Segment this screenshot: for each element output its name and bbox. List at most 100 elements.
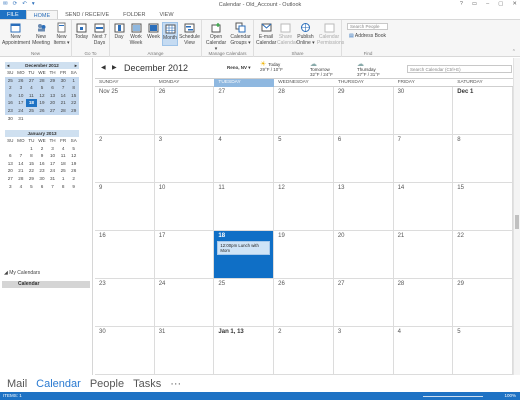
mini-calendar-day[interactable]: 4 bbox=[16, 183, 27, 191]
mini-calendar-day[interactable]: 4 bbox=[26, 84, 37, 92]
mini-calendar-day[interactable]: 26 bbox=[68, 167, 79, 175]
mini-calendar-day[interactable]: 27 bbox=[26, 76, 37, 85]
day-cell[interactable]: 16 bbox=[95, 231, 155, 279]
mini-calendar-day[interactable]: 18 bbox=[26, 99, 37, 107]
mini-calendar-day[interactable]: 22 bbox=[26, 167, 37, 175]
mini-calendar-day[interactable]: 12 bbox=[68, 152, 79, 160]
mini-calendar-day[interactable]: 29 bbox=[47, 76, 58, 85]
mini-calendar-day[interactable]: 27 bbox=[47, 106, 58, 115]
mini-calendar-day[interactable]: 28 bbox=[57, 106, 69, 115]
mini-calendar-day[interactable]: 19 bbox=[36, 99, 48, 107]
day-cell[interactable]: 5 bbox=[453, 327, 513, 375]
mini-calendar-day[interactable]: 29 bbox=[68, 106, 79, 115]
mini-calendar-day[interactable]: 1 bbox=[58, 175, 69, 183]
mini-calendar-day[interactable]: 24 bbox=[15, 106, 27, 115]
mini-calendar-day[interactable]: 3 bbox=[15, 84, 27, 92]
mini-calendar-day[interactable]: 10 bbox=[15, 91, 27, 100]
mini-calendar-day[interactable]: 16 bbox=[37, 160, 48, 168]
day-cell[interactable]: 2 bbox=[274, 327, 334, 375]
mini-calendar-day[interactable]: 13 bbox=[5, 160, 16, 168]
mini-calendar-day[interactable]: 10 bbox=[47, 152, 58, 160]
mini-calendar-day[interactable]: 5 bbox=[26, 183, 37, 191]
prev-month-icon[interactable]: ◂ bbox=[7, 63, 9, 69]
mini-calendar-day[interactable]: 30 bbox=[5, 115, 16, 123]
mini-calendar-day[interactable]: 25 bbox=[5, 76, 16, 85]
search-people-input[interactable]: Search People bbox=[347, 23, 388, 30]
mini-calendar-day[interactable]: 3 bbox=[47, 145, 58, 153]
mini-calendar-day[interactable]: 30 bbox=[57, 76, 69, 85]
day-cell[interactable]: 17 bbox=[154, 231, 215, 279]
mini-calendar-day[interactable]: 7 bbox=[47, 183, 58, 191]
mini-calendar-day[interactable]: 28 bbox=[36, 76, 48, 85]
mini-calendar-day[interactable]: 20 bbox=[5, 167, 16, 175]
close-button[interactable]: ✕ bbox=[512, 1, 517, 7]
calendar-folder-item[interactable]: Calendar bbox=[2, 281, 90, 288]
day-cell[interactable]: 25 bbox=[214, 279, 275, 327]
zoom-slider[interactable] bbox=[423, 395, 483, 397]
day-cell[interactable]: 15 bbox=[453, 183, 513, 231]
day-cell[interactable]: 5 bbox=[274, 135, 334, 183]
next-month-icon[interactable]: ▸ bbox=[75, 63, 77, 69]
work-week-view-button[interactable]: Work Week bbox=[127, 22, 145, 46]
day-cell[interactable]: 11 bbox=[214, 183, 275, 231]
help-button[interactable]: ? bbox=[460, 1, 463, 7]
mini-calendar-day[interactable]: 24 bbox=[47, 167, 58, 175]
day-cell[interactable]: 3 bbox=[154, 135, 215, 183]
mini-calendar-day[interactable]: 14 bbox=[57, 91, 69, 100]
calendar-permissions-button[interactable]: Calendar Permissions bbox=[317, 22, 344, 46]
day-cell[interactable]: 20 bbox=[333, 231, 394, 279]
day-cell[interactable]: 24 bbox=[154, 279, 215, 327]
day-cell[interactable]: 12 bbox=[274, 183, 334, 231]
mini-calendar-day[interactable]: 15 bbox=[68, 91, 79, 100]
day-cell[interactable]: 14 bbox=[393, 183, 454, 231]
mini-calendar-day[interactable]: 8 bbox=[68, 84, 79, 92]
mini-calendar-day[interactable]: 9 bbox=[37, 152, 48, 160]
nav-item-tasks[interactable]: Tasks bbox=[133, 378, 161, 390]
vertical-scrollbar[interactable] bbox=[513, 58, 520, 375]
day-cell[interactable]: Nov 25 bbox=[95, 87, 155, 135]
nav-item-more[interactable]: ··· bbox=[170, 378, 181, 390]
day-cell[interactable]: 26 bbox=[274, 279, 334, 327]
previous-month-icon[interactable]: ◀ bbox=[101, 64, 106, 71]
day-cell[interactable]: 19 bbox=[274, 231, 334, 279]
mini-calendar-day[interactable]: 17 bbox=[15, 99, 27, 107]
day-cell[interactable]: 3 bbox=[333, 327, 394, 375]
mini-calendar-day[interactable]: 6 bbox=[37, 183, 48, 191]
mini-calendar-day[interactable]: 15 bbox=[26, 160, 37, 168]
mini-calendar-day[interactable]: 21 bbox=[16, 167, 27, 175]
mini-calendar-day[interactable]: 1 bbox=[26, 145, 37, 153]
mini-calendar-day[interactable]: 25 bbox=[26, 106, 37, 115]
mini-calendar-day[interactable]: 5 bbox=[36, 84, 48, 92]
nav-item-mail[interactable]: Mail bbox=[7, 378, 27, 390]
mini-calendar-day[interactable]: 30 bbox=[37, 175, 48, 183]
mini-calendar-day[interactable]: 19 bbox=[68, 160, 79, 168]
day-cell[interactable]: 26 bbox=[154, 87, 215, 135]
mini-calendar-day[interactable]: 14 bbox=[16, 160, 27, 168]
week-view-button[interactable]: Week bbox=[146, 22, 161, 40]
mini-calendar-day[interactable]: 31 bbox=[47, 175, 58, 183]
new-items-button[interactable]: New Items ▾ bbox=[52, 22, 71, 46]
day-cell[interactable]: 8 bbox=[453, 135, 513, 183]
day-cell[interactable]: 29 bbox=[333, 87, 394, 135]
mini-calendar-day[interactable]: 8 bbox=[58, 183, 69, 191]
mini-calendar-day[interactable]: 5 bbox=[68, 145, 79, 153]
mini-calendar-day[interactable]: 16 bbox=[5, 99, 16, 107]
schedule-view-button[interactable]: Schedule View bbox=[179, 22, 200, 46]
day-cell[interactable]: 4 bbox=[214, 135, 275, 183]
mini-calendar-day[interactable]: 6 bbox=[47, 84, 58, 92]
mini-calendar-day[interactable]: 25 bbox=[58, 167, 69, 175]
month-view-button[interactable]: Month bbox=[162, 22, 178, 46]
mini-calendar-day[interactable]: 11 bbox=[58, 152, 69, 160]
mini-calendar-day[interactable]: 7 bbox=[57, 84, 69, 92]
day-cell[interactable]: 18 12:00pm Lunch with Mom bbox=[214, 231, 275, 279]
mini-calendar-day[interactable]: 27 bbox=[5, 175, 16, 183]
mini-calendar-day[interactable]: 3 bbox=[5, 183, 16, 191]
day-cell[interactable]: 30 bbox=[95, 327, 155, 375]
mini-calendar-day[interactable]: 2 bbox=[68, 175, 79, 183]
next-7-days-button[interactable]: Next 7 Days bbox=[90, 22, 109, 46]
appointment-item[interactable]: 12:00pm Lunch with Mom bbox=[217, 241, 271, 255]
day-cell[interactable]: 22 bbox=[453, 231, 513, 279]
mini-calendar-day[interactable]: 26 bbox=[15, 76, 27, 85]
day-cell[interactable]: 27 bbox=[214, 87, 275, 135]
mini-calendar-day[interactable]: 31 bbox=[16, 115, 27, 123]
